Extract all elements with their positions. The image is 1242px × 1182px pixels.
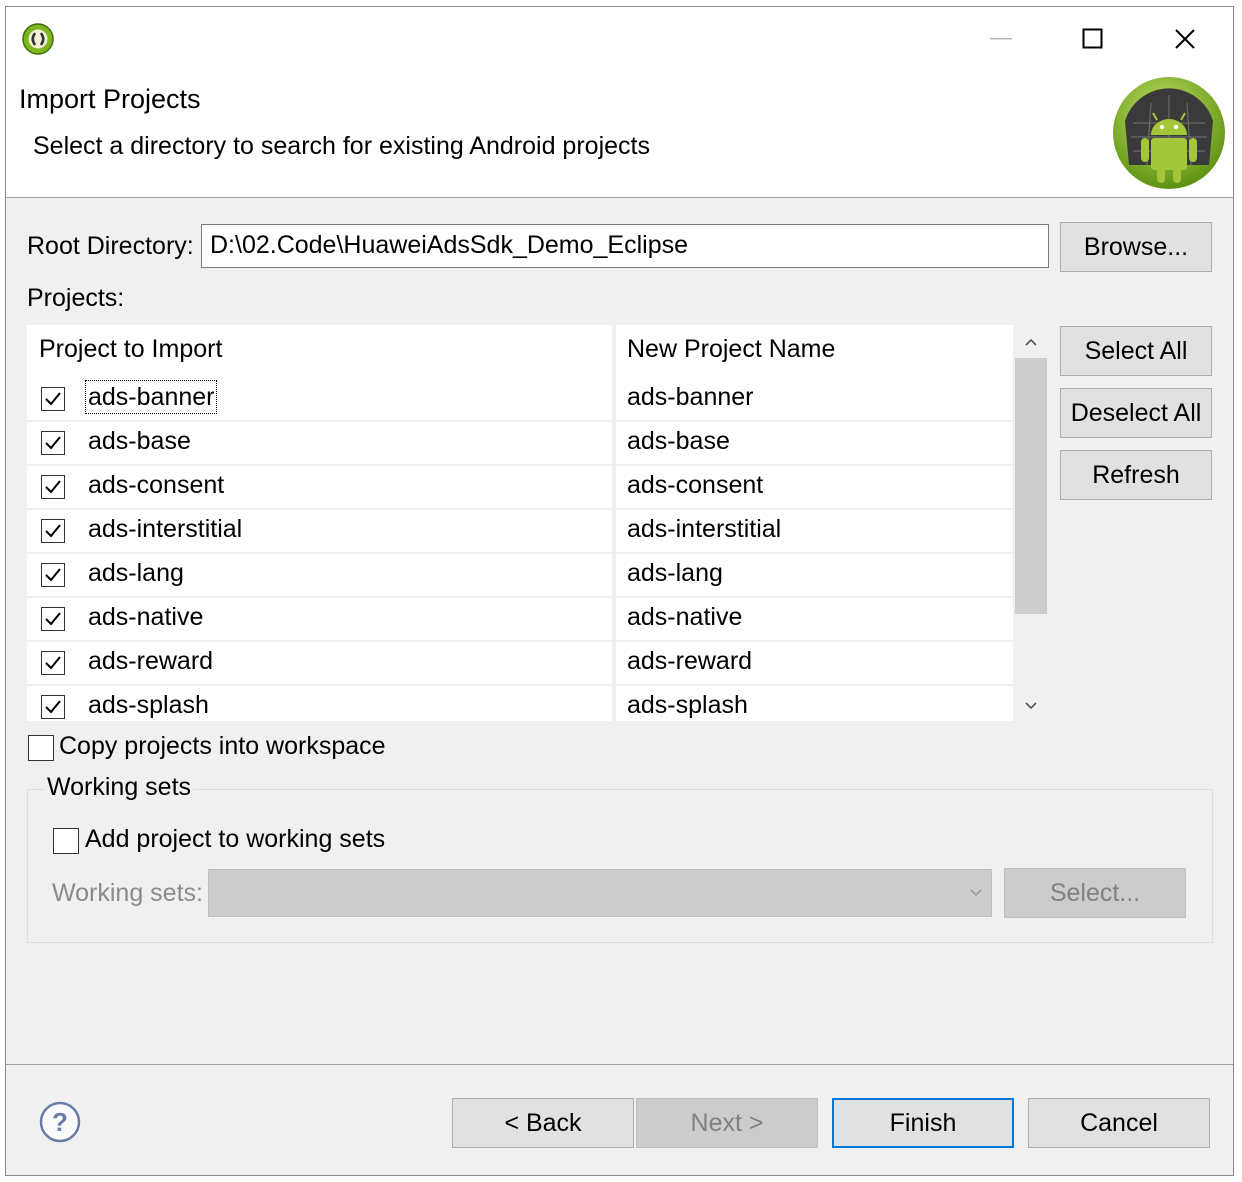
check-icon: [45, 480, 61, 494]
working-sets-combo[interactable]: [208, 869, 992, 917]
check-icon: [45, 436, 61, 450]
import-projects-dialog: Import Projects Select a directory to se…: [5, 6, 1234, 1176]
project-name: ads-splash: [88, 691, 209, 719]
row-checkbox[interactable]: [41, 607, 65, 631]
table-row[interactable]: ads-lang ads-lang: [27, 553, 1013, 597]
row-checkbox[interactable]: [41, 519, 65, 543]
check-icon: [45, 612, 61, 626]
row-checkbox[interactable]: [41, 563, 65, 587]
maximize-icon: [1082, 28, 1103, 49]
projects-table: Project to Import New Project Name ads-b…: [27, 325, 1049, 721]
close-button[interactable]: [1140, 13, 1230, 65]
check-icon: [45, 568, 61, 582]
check-icon: [45, 700, 61, 714]
select-all-button[interactable]: Select All: [1060, 326, 1212, 376]
new-project-name: ads-splash: [627, 691, 748, 719]
wizard-header: Import Projects Select a directory to se…: [6, 69, 1233, 198]
projects-label: Projects:: [27, 284, 125, 312]
browse-button[interactable]: Browse...: [1060, 222, 1212, 272]
finish-button[interactable]: Finish: [832, 1098, 1014, 1148]
new-project-name: ads-lang: [627, 559, 723, 587]
new-project-name: ads-banner: [627, 383, 754, 411]
table-row[interactable]: ads-consent ads-consent: [27, 465, 1013, 509]
deselect-all-button[interactable]: Deselect All: [1060, 388, 1212, 438]
refresh-button[interactable]: Refresh: [1060, 450, 1212, 500]
add-to-working-sets-label: Add project to working sets: [85, 825, 386, 853]
root-directory-input[interactable]: D:\02.Code\HuaweiAdsSdk_Demo_Eclipse: [201, 224, 1049, 268]
new-project-name: ads-native: [627, 603, 743, 631]
next-button[interactable]: Next >: [636, 1098, 818, 1148]
project-name: ads-native: [88, 603, 204, 631]
new-project-name: ads-reward: [627, 647, 753, 675]
row-checkbox[interactable]: [41, 431, 65, 455]
scroll-down-button[interactable]: [1013, 691, 1049, 721]
help-icon[interactable]: ?: [38, 1100, 82, 1144]
scroll-up-button[interactable]: [1013, 327, 1049, 357]
table-scrollbar[interactable]: [1013, 325, 1049, 721]
new-project-name: ads-interstitial: [627, 515, 782, 543]
project-name: ads-base: [88, 427, 191, 455]
row-checkbox[interactable]: [41, 651, 65, 675]
add-to-working-sets-checkbox[interactable]: [53, 828, 79, 854]
chevron-down-icon: [1025, 702, 1037, 710]
working-sets-group: [27, 789, 1213, 943]
new-project-name: ads-consent: [627, 471, 764, 499]
title-bar: [6, 7, 1233, 69]
project-name: ads-reward: [88, 647, 214, 675]
table-row[interactable]: ads-base ads-base: [27, 421, 1013, 465]
copy-projects-label: Copy projects into workspace: [59, 732, 386, 760]
chevron-down-icon: [970, 889, 982, 897]
working-sets-title: Working sets: [45, 773, 194, 802]
project-name: ads-banner: [84, 380, 218, 414]
project-name: ads-lang: [88, 559, 184, 587]
row-checkbox[interactable]: [41, 475, 65, 499]
table-row[interactable]: ads-splash ads-splash: [27, 685, 1013, 721]
check-icon: [45, 524, 61, 538]
project-name: ads-consent: [88, 471, 225, 499]
close-icon: [1175, 29, 1195, 49]
eclipse-app-icon: [22, 23, 54, 55]
maximize-button[interactable]: [1048, 13, 1138, 65]
row-checkbox[interactable]: [41, 387, 65, 411]
chevron-up-icon: [1025, 338, 1037, 346]
minimize-button[interactable]: [957, 13, 1047, 65]
cancel-button[interactable]: Cancel: [1028, 1098, 1210, 1148]
check-icon: [45, 392, 61, 406]
android-icon: [1113, 77, 1225, 189]
table-row[interactable]: ads-interstitial ads-interstitial: [27, 509, 1013, 553]
table-row[interactable]: ads-native ads-native: [27, 597, 1013, 641]
svg-text:?: ?: [52, 1107, 68, 1137]
column-header-new-project-name[interactable]: New Project Name: [627, 325, 835, 369]
working-sets-field-label: Working sets:: [52, 879, 203, 907]
table-row[interactable]: ads-reward ads-reward: [27, 641, 1013, 685]
back-button[interactable]: < Back: [452, 1098, 634, 1148]
scrollbar-thumb[interactable]: [1015, 358, 1047, 614]
page-subtitle: Select a directory to search for existin…: [33, 132, 650, 160]
select-working-sets-button[interactable]: Select...: [1004, 868, 1186, 918]
table-row[interactable]: ads-banner ads-banner: [27, 377, 1013, 421]
root-directory-label: Root Directory:: [27, 232, 194, 260]
row-checkbox[interactable]: [41, 695, 65, 719]
new-project-name: ads-base: [627, 427, 730, 455]
minimize-icon: [990, 38, 1012, 40]
column-header-project-to-import[interactable]: Project to Import: [39, 325, 222, 369]
project-name: ads-interstitial: [88, 515, 243, 543]
footer-separator: [6, 1064, 1233, 1065]
check-icon: [45, 656, 61, 670]
page-title: Import Projects: [19, 84, 201, 114]
copy-projects-checkbox[interactable]: [28, 735, 54, 761]
